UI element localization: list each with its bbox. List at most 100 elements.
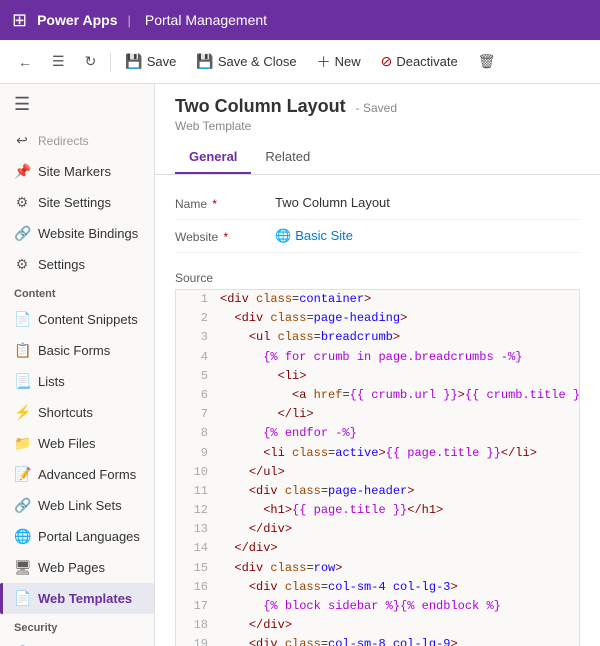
web-files-icon: 📁 — [14, 435, 30, 452]
delete-icon: 🗑 — [478, 53, 496, 70]
line-number: 18 — [184, 616, 208, 635]
lists-icon: 📃 — [14, 373, 30, 390]
code-text: <div class=row> — [220, 559, 342, 578]
line-number: 16 — [184, 578, 208, 597]
sidebar-item-website-bindings[interactable]: 🔗 Website Bindings — [0, 218, 154, 249]
page-header: Two Column Layout - Saved Web Template G… — [155, 84, 600, 175]
tab-general[interactable]: General — [175, 141, 251, 174]
sidebar-item-lists[interactable]: 📃 Lists — [0, 366, 154, 397]
sidebar-item-web-templates[interactable]: 📄 Web Templates — [0, 583, 154, 614]
line-number: 12 — [184, 501, 208, 520]
name-required: * — [212, 197, 217, 211]
top-bar: ⊞ Power Apps | Portal Management — [0, 0, 600, 40]
code-line: 3 <ul class=breadcrumb> — [176, 328, 579, 347]
line-number: 11 — [184, 482, 208, 501]
save-button[interactable]: 💾 Save — [117, 49, 184, 74]
sidebar-item-web-files[interactable]: 📁 Web Files — [0, 428, 154, 459]
shortcuts-icon: ⚡ — [14, 404, 30, 421]
separator-1 — [110, 52, 111, 72]
refresh-button[interactable]: ↻ — [77, 49, 105, 74]
line-number: 14 — [184, 539, 208, 558]
sidebar-item-advanced-forms[interactable]: 📝 Advanced Forms — [0, 459, 154, 490]
code-text: </div> — [220, 616, 292, 635]
line-number: 17 — [184, 597, 208, 616]
website-required: * — [223, 230, 228, 244]
sidebar-item-site-markers[interactable]: 📌 Site Markers — [0, 156, 154, 187]
source-code-block[interactable]: 1 <div class=container>2 <div class=page-… — [175, 289, 580, 646]
form-icon: ☰ — [52, 53, 65, 70]
code-line: 15 <div class=row> — [176, 559, 579, 578]
website-label: Website * — [175, 228, 275, 244]
code-line: 4 {% for crumb in page.breadcrumbs -%} — [176, 348, 579, 367]
delete-button[interactable]: 🗑 — [470, 49, 504, 74]
sidebar-toggle[interactable]: ☰ — [0, 84, 154, 125]
code-line: 6 <a href={{ crumb.url }}>{{ crumb.title… — [176, 386, 579, 405]
module-name: Portal Management — [145, 12, 267, 28]
name-field-row: Name * Two Column Layout — [175, 187, 580, 220]
sidebar-item-redirects[interactable]: ↩ Redirects — [0, 125, 154, 156]
code-line: 2 <div class=page-heading> — [176, 309, 579, 328]
website-value[interactable]: 🌐Basic Site — [275, 228, 353, 244]
line-number: 9 — [184, 444, 208, 463]
tabs-row: General Related — [175, 141, 580, 174]
code-text: {% for crumb in page.breadcrumbs -%} — [220, 348, 522, 367]
app-logo: Power Apps — [37, 12, 117, 28]
save-close-button[interactable]: 💾 Save & Close — [188, 49, 304, 74]
deactivate-icon: ⊘ — [381, 53, 393, 70]
code-text: </li> — [220, 405, 314, 424]
code-text: <div class=col-sm-4 col-lg-3> — [220, 578, 458, 597]
line-number: 15 — [184, 559, 208, 578]
code-text: <div class=col-sm-8 col-lg-9> — [220, 635, 458, 646]
sidebar-item-web-link-sets[interactable]: 🔗 Web Link Sets — [0, 490, 154, 521]
sidebar-item-site-settings[interactable]: ⚙ Site Settings — [0, 187, 154, 218]
sidebar-item-shortcuts[interactable]: ⚡ Shortcuts — [0, 397, 154, 428]
line-number: 10 — [184, 463, 208, 482]
code-line: 5 <li> — [176, 367, 579, 386]
code-text: <div class=container> — [220, 290, 371, 309]
new-button[interactable]: ＋ New — [309, 48, 369, 76]
code-text: </div> — [220, 539, 278, 558]
line-number: 6 — [184, 386, 208, 405]
line-number: 5 — [184, 367, 208, 386]
line-number: 1 — [184, 290, 208, 309]
sidebar-item-basic-forms[interactable]: 📋 Basic Forms — [0, 335, 154, 366]
sidebar-item-content-snippets[interactable]: 📄 Content Snippets — [0, 304, 154, 335]
form-view-button[interactable]: ☰ — [44, 49, 73, 74]
sidebar: ☰ ↩ Redirects 📌 Site Markers ⚙ Site Sett… — [0, 84, 155, 646]
code-line: 13 </div> — [176, 520, 579, 539]
name-value: Two Column Layout — [275, 195, 390, 210]
sidebar-item-settings[interactable]: ⚙ Settings — [0, 249, 154, 280]
sidebar-item-contacts[interactable]: 👤 Contacts — [0, 638, 154, 646]
command-bar: ← ☰ ↻ 💾 Save 💾 Save & Close ＋ New ⊘ Deac… — [0, 40, 600, 84]
web-link-sets-icon: 🔗 — [14, 497, 30, 514]
line-number: 7 — [184, 405, 208, 424]
deactivate-button[interactable]: ⊘ Deactivate — [373, 49, 466, 74]
line-number: 13 — [184, 520, 208, 539]
code-line: 12 <h1>{{ page.title }}</h1> — [176, 501, 579, 520]
redirect-icon: ↩ — [14, 132, 30, 149]
settings-icon: ⚙ — [14, 256, 30, 273]
code-line: 18 </div> — [176, 616, 579, 635]
code-text: {% block sidebar %}{% endblock %} — [220, 597, 501, 616]
code-text: <div class=page-header> — [220, 482, 414, 501]
code-text: <a href={{ crumb.url }}>{{ crumb.title }… — [220, 386, 580, 405]
code-text: {% endfor -%} — [220, 424, 357, 443]
sidebar-item-web-pages[interactable]: 🖥 Web Pages — [0, 552, 154, 583]
name-label: Name * — [175, 195, 275, 211]
content-section-header: Content — [0, 280, 154, 304]
tab-related[interactable]: Related — [251, 141, 324, 174]
globe-icon: 🌐 — [275, 228, 291, 243]
site-markers-icon: 📌 — [14, 163, 30, 180]
website-bindings-icon: 🔗 — [14, 225, 30, 242]
code-text: <li> — [220, 367, 306, 386]
back-button[interactable]: ← — [10, 50, 40, 74]
grid-icon[interactable]: ⊞ — [12, 10, 27, 31]
sidebar-item-portal-languages[interactable]: 🌐 Portal Languages — [0, 521, 154, 552]
content-snippets-icon: 📄 — [14, 311, 30, 328]
code-text: <h1>{{ page.title }}</h1> — [220, 501, 443, 520]
refresh-icon: ↻ — [85, 53, 97, 70]
code-line: 14 </div> — [176, 539, 579, 558]
content-area: Two Column Layout - Saved Web Template G… — [155, 84, 600, 646]
web-pages-icon: 🖥 — [14, 559, 30, 576]
code-text: <div class=page-heading> — [220, 309, 407, 328]
